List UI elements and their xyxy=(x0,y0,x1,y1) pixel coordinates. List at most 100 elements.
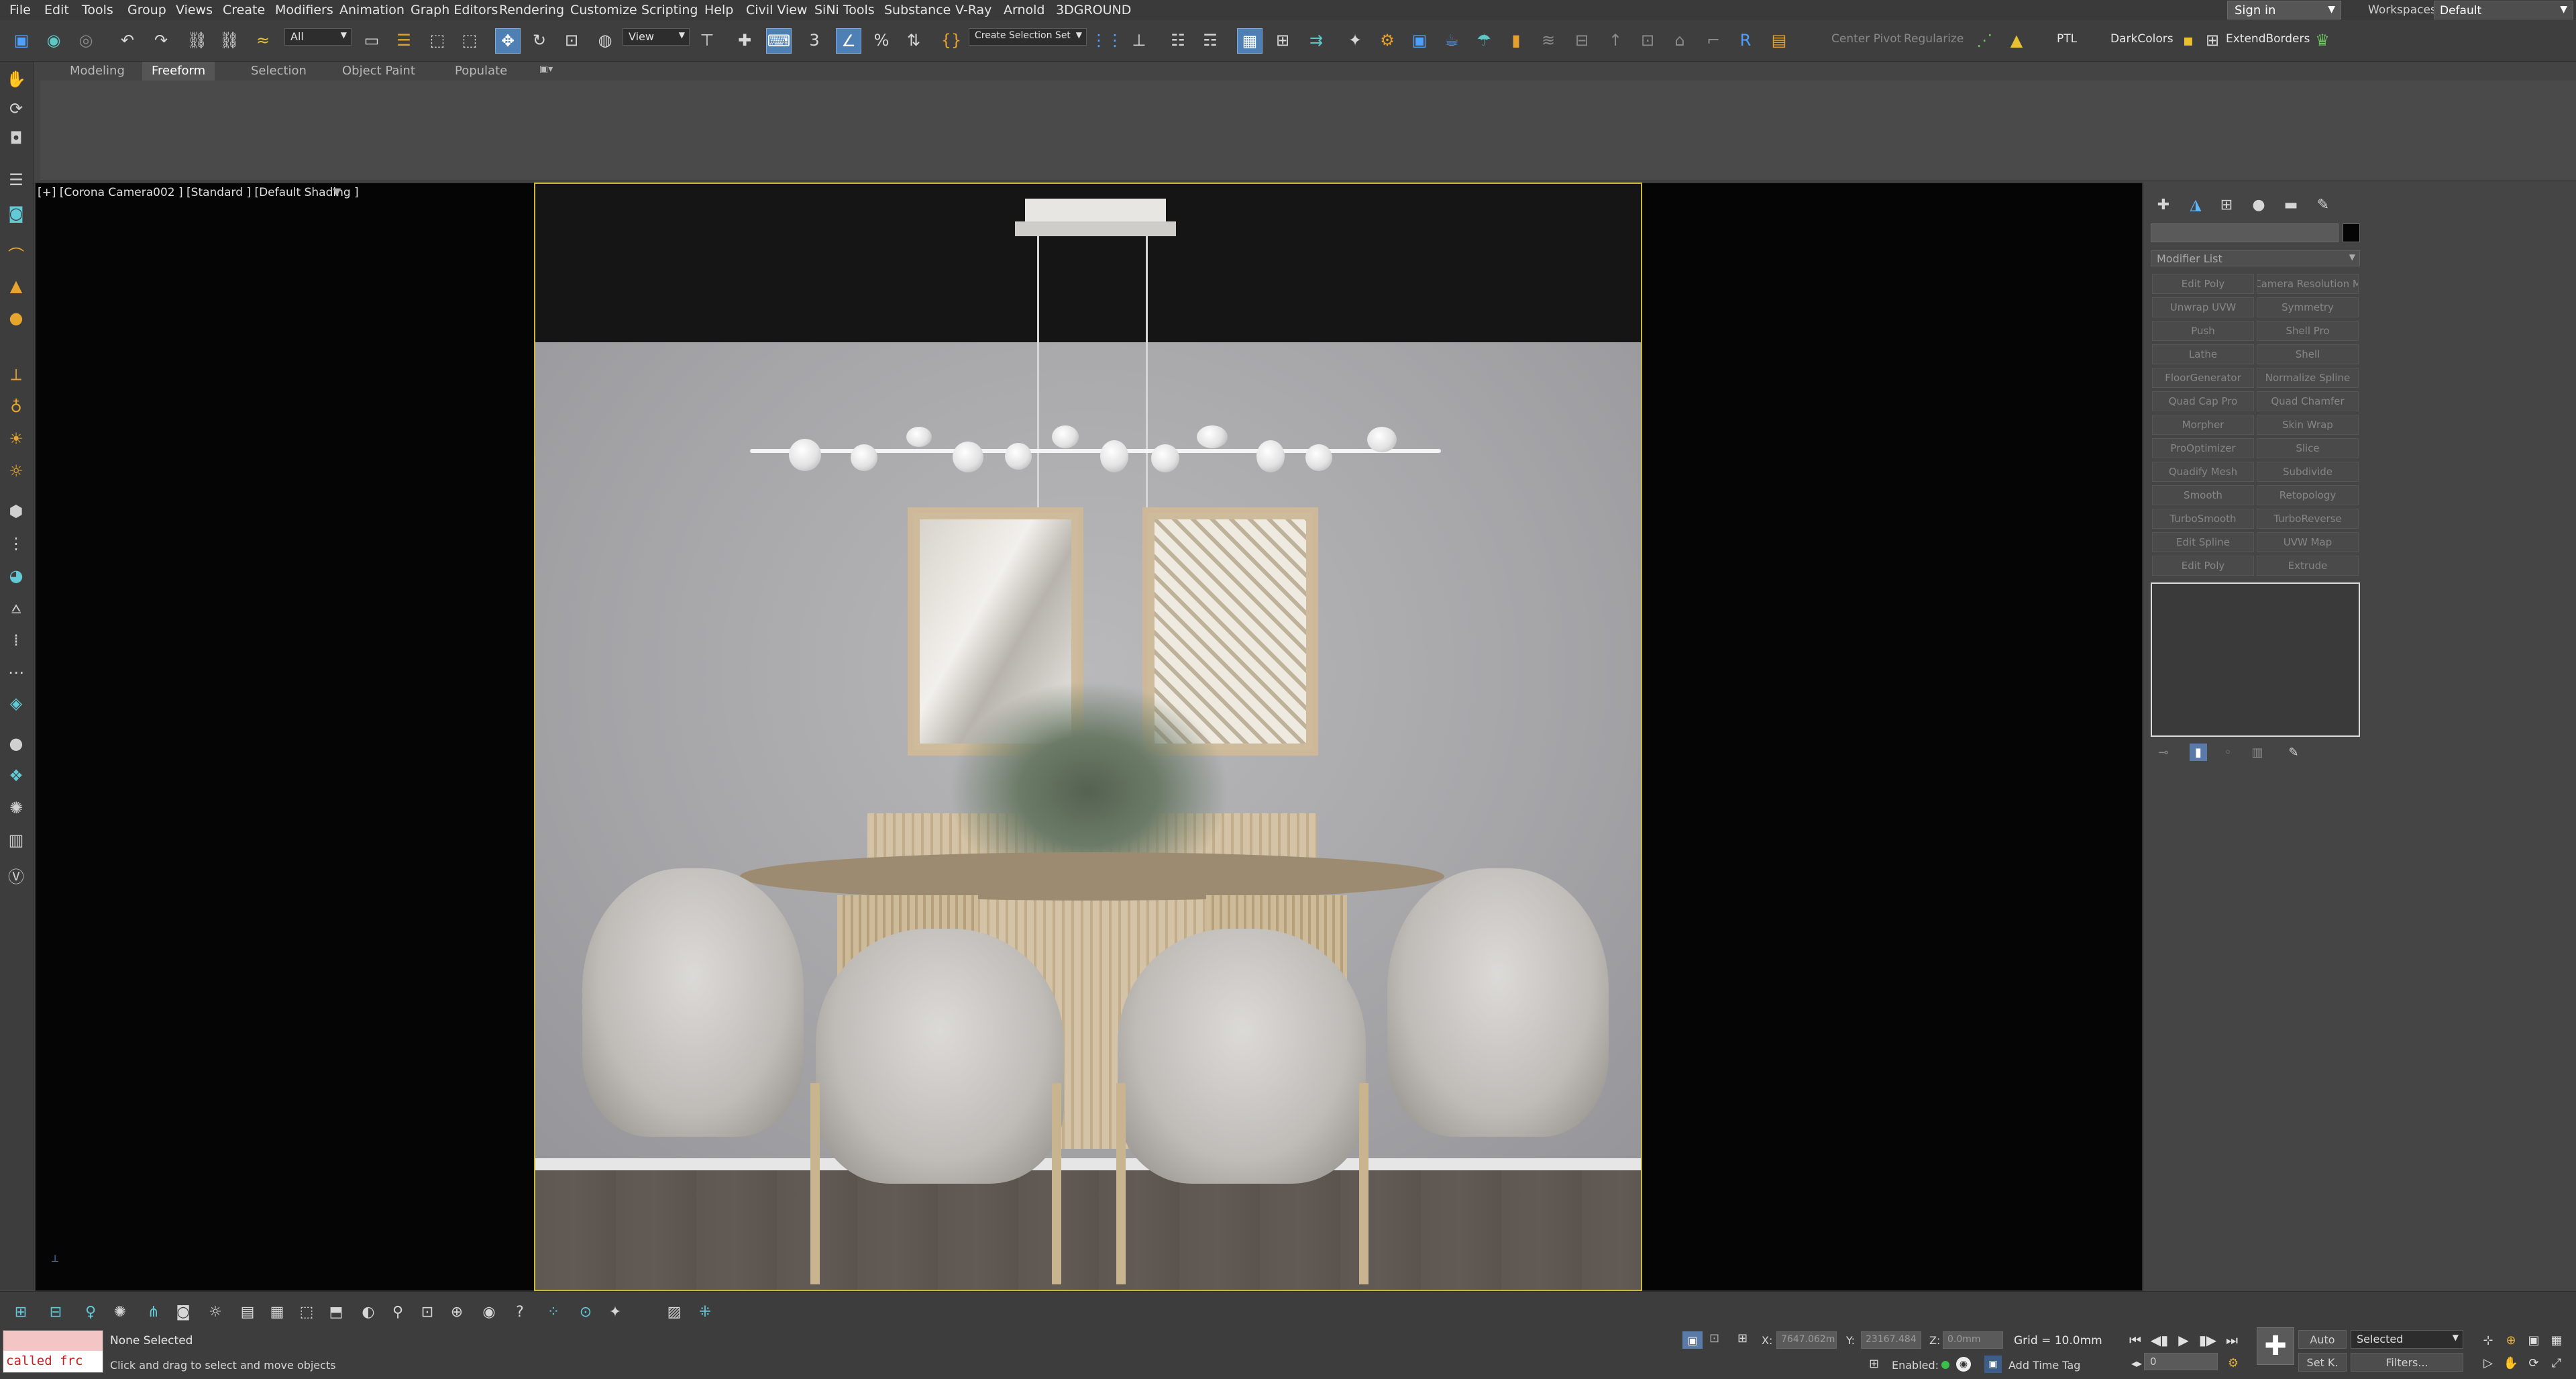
select-place-icon[interactable]: ◍ xyxy=(593,28,617,52)
unlink-icon[interactable]: ⛓ xyxy=(217,28,241,52)
spinner-snap-icon[interactable]: ⇅ xyxy=(902,28,926,52)
tab-modeling[interactable]: Modeling xyxy=(60,62,134,81)
modifier-button[interactable]: Skin Wrap xyxy=(2257,415,2359,435)
render-production-icon[interactable]: ☕ xyxy=(1440,28,1464,52)
ptl-button[interactable]: PTL xyxy=(2057,32,2077,46)
select-rotate-icon[interactable]: ↻ xyxy=(527,28,551,52)
show-end-result-icon[interactable]: ▮ xyxy=(2190,744,2207,761)
edit-named-selection-icon[interactable]: {} xyxy=(939,28,963,52)
script-tool-icon[interactable]: ↑ xyxy=(1603,28,1627,52)
set-key-button[interactable]: Set K. xyxy=(2298,1353,2347,1372)
adaptive-degradation-icon[interactable]: ⊞ xyxy=(1869,1357,1879,1371)
script-tool-icon[interactable]: ⌐ xyxy=(1701,28,1725,52)
y-coordinate-field[interactable]: 23167.484 xyxy=(1861,1331,1921,1349)
menu-modifiers[interactable]: Modifiers xyxy=(275,3,333,17)
transform-icon[interactable]: ⊕ xyxy=(445,1300,468,1323)
align-icon[interactable]: ⊥ xyxy=(1127,28,1151,52)
remove-modifier-icon[interactable]: ▥ xyxy=(2249,744,2266,761)
angle-snap-icon[interactable]: ∠ xyxy=(836,28,861,54)
selection-filter-dropdown[interactable]: All ▼ xyxy=(284,28,352,46)
modifier-button[interactable]: FloorGenerator xyxy=(2152,368,2254,388)
snaps-toggle-icon[interactable]: 3 xyxy=(802,28,826,52)
select-by-name-icon[interactable]: ☰ xyxy=(392,28,416,52)
scene-explorer-icon[interactable]: ⊞ xyxy=(9,1300,32,1323)
camera-render-view[interactable] xyxy=(534,183,1642,1291)
modifier-button[interactable]: TurboReverse xyxy=(2257,509,2359,529)
snap-icon[interactable]: ⊙ xyxy=(574,1300,597,1323)
next-frame-icon[interactable]: ▮▶ xyxy=(2198,1330,2218,1350)
sphere-icon[interactable]: ◐ xyxy=(357,1300,380,1323)
utilities-tab-icon[interactable]: ✎ xyxy=(2313,195,2333,215)
modifier-button[interactable]: Shell Pro xyxy=(2257,321,2359,341)
snap-icon[interactable]: ⁘ xyxy=(542,1300,565,1323)
render-setup-icon[interactable]: ⚙ xyxy=(1375,28,1399,52)
material-editor-icon[interactable]: ✦ xyxy=(1343,28,1367,52)
list-icon[interactable]: ☰ xyxy=(5,169,27,191)
snap-icon[interactable]: ⁜ xyxy=(694,1300,716,1323)
menu-edit[interactable]: Edit xyxy=(44,3,69,17)
tag-icon[interactable]: ⬒ xyxy=(325,1300,347,1323)
key-filters-button[interactable]: Filters... xyxy=(2351,1353,2463,1372)
redo-icon[interactable]: ↷ xyxy=(149,28,173,52)
menu-file[interactable]: File xyxy=(9,3,31,17)
menu-views[interactable]: Views xyxy=(176,3,213,17)
extend-borders-button[interactable]: ExtendBorders xyxy=(2226,32,2310,46)
time-configuration-icon[interactable]: ⚙ xyxy=(2223,1353,2243,1373)
ribbon-options-icon[interactable]: ▣▾ xyxy=(530,62,562,81)
globe-icon[interactable]: ◕ xyxy=(5,565,27,586)
zoom-extents-all-icon[interactable]: ▦ xyxy=(2546,1330,2567,1350)
absolute-mode-icon[interactable]: ⊞ xyxy=(1737,1331,1748,1345)
help-icon[interactable]: ? xyxy=(508,1300,531,1323)
menu-substance[interactable]: Substance xyxy=(884,3,951,17)
pivot-center-icon[interactable]: ⊤ xyxy=(695,28,719,52)
paint-icon[interactable]: ▨ xyxy=(663,1300,686,1323)
tab-freeform[interactable]: Freeform xyxy=(142,62,215,81)
eye-icon[interactable]: ◉ xyxy=(478,1300,500,1323)
camera-icon[interactable]: ◘ xyxy=(5,127,27,149)
workspace-select[interactable]: Default ▼ xyxy=(2434,1,2573,19)
rectangular-selection-icon[interactable]: ⬚ xyxy=(425,28,449,52)
object-color-swatch[interactable] xyxy=(2343,223,2360,242)
modifier-button[interactable]: Lathe xyxy=(2152,344,2254,364)
menu-vray[interactable]: V-Ray xyxy=(955,3,991,17)
camera-icon[interactable]: ◙ xyxy=(172,1300,195,1323)
reference-coordinate-dropdown[interactable]: View ▼ xyxy=(623,28,690,46)
tree-icon[interactable]: ⋔ xyxy=(142,1300,165,1323)
tab-populate[interactable]: Populate xyxy=(445,62,517,81)
field-of-view-icon[interactable]: ▷ xyxy=(2478,1353,2498,1373)
cube-icon[interactable]: ⬚ xyxy=(295,1300,318,1323)
pan-view-icon[interactable]: ✋ xyxy=(2501,1353,2521,1373)
dark-colors-button[interactable]: DarkColors xyxy=(2110,32,2174,46)
key-filter-dropdown[interactable]: Selected ▼ xyxy=(2351,1330,2463,1349)
filter-icon[interactable]: ▼ xyxy=(333,185,341,198)
modifier-button[interactable]: Quadify Mesh xyxy=(2152,462,2254,482)
create-tab-icon[interactable]: ✚ xyxy=(2153,195,2174,215)
screen-icon[interactable]: ▤ xyxy=(236,1300,259,1323)
play-icon[interactable]: ▶ xyxy=(2174,1330,2194,1350)
select-manipulate-icon[interactable]: ✚ xyxy=(733,28,757,52)
modifier-button[interactable]: Subdivide xyxy=(2257,462,2359,482)
sphere-icon[interactable]: ● xyxy=(5,733,27,754)
script-tool-icon[interactable]: ⊟ xyxy=(1570,28,1594,52)
pin-stack-icon[interactable]: ⊸ xyxy=(2155,744,2172,761)
current-frame-field[interactable]: 0 xyxy=(2144,1353,2218,1370)
mirror-icon[interactable]: ⋮⋮ xyxy=(1091,28,1123,52)
enabled-indicator[interactable] xyxy=(1941,1361,1949,1369)
menu-group[interactable]: Group xyxy=(127,3,166,17)
maxscript-listener[interactable]: called frc xyxy=(3,1330,103,1373)
select-object-icon[interactable]: ▭ xyxy=(360,28,384,52)
pin-icon[interactable]: ⚲ xyxy=(386,1300,409,1323)
save-file-icon[interactable]: ▣ xyxy=(9,28,34,52)
modifier-button[interactable]: Edit Poly xyxy=(2152,556,2254,576)
modifier-button[interactable]: Edit Spline xyxy=(2152,532,2254,552)
sun-icon[interactable]: ✺ xyxy=(109,1300,131,1323)
menu-animation[interactable]: Animation xyxy=(339,3,405,17)
script-tool-icon[interactable]: ≋ xyxy=(1536,28,1560,52)
time-config-icon[interactable]: ◉ xyxy=(1956,1357,1971,1372)
vray-icon[interactable]: Ⓥ xyxy=(5,864,27,886)
script-tool-icon[interactable]: R xyxy=(1733,28,1758,52)
script-tool-icon[interactable]: ⋰ xyxy=(1972,28,1996,52)
zoom-icon[interactable]: ⊹ xyxy=(2478,1330,2498,1350)
snap-icon[interactable]: ✦ xyxy=(604,1300,627,1323)
window-crossing-icon[interactable]: ⬚ xyxy=(458,28,482,52)
